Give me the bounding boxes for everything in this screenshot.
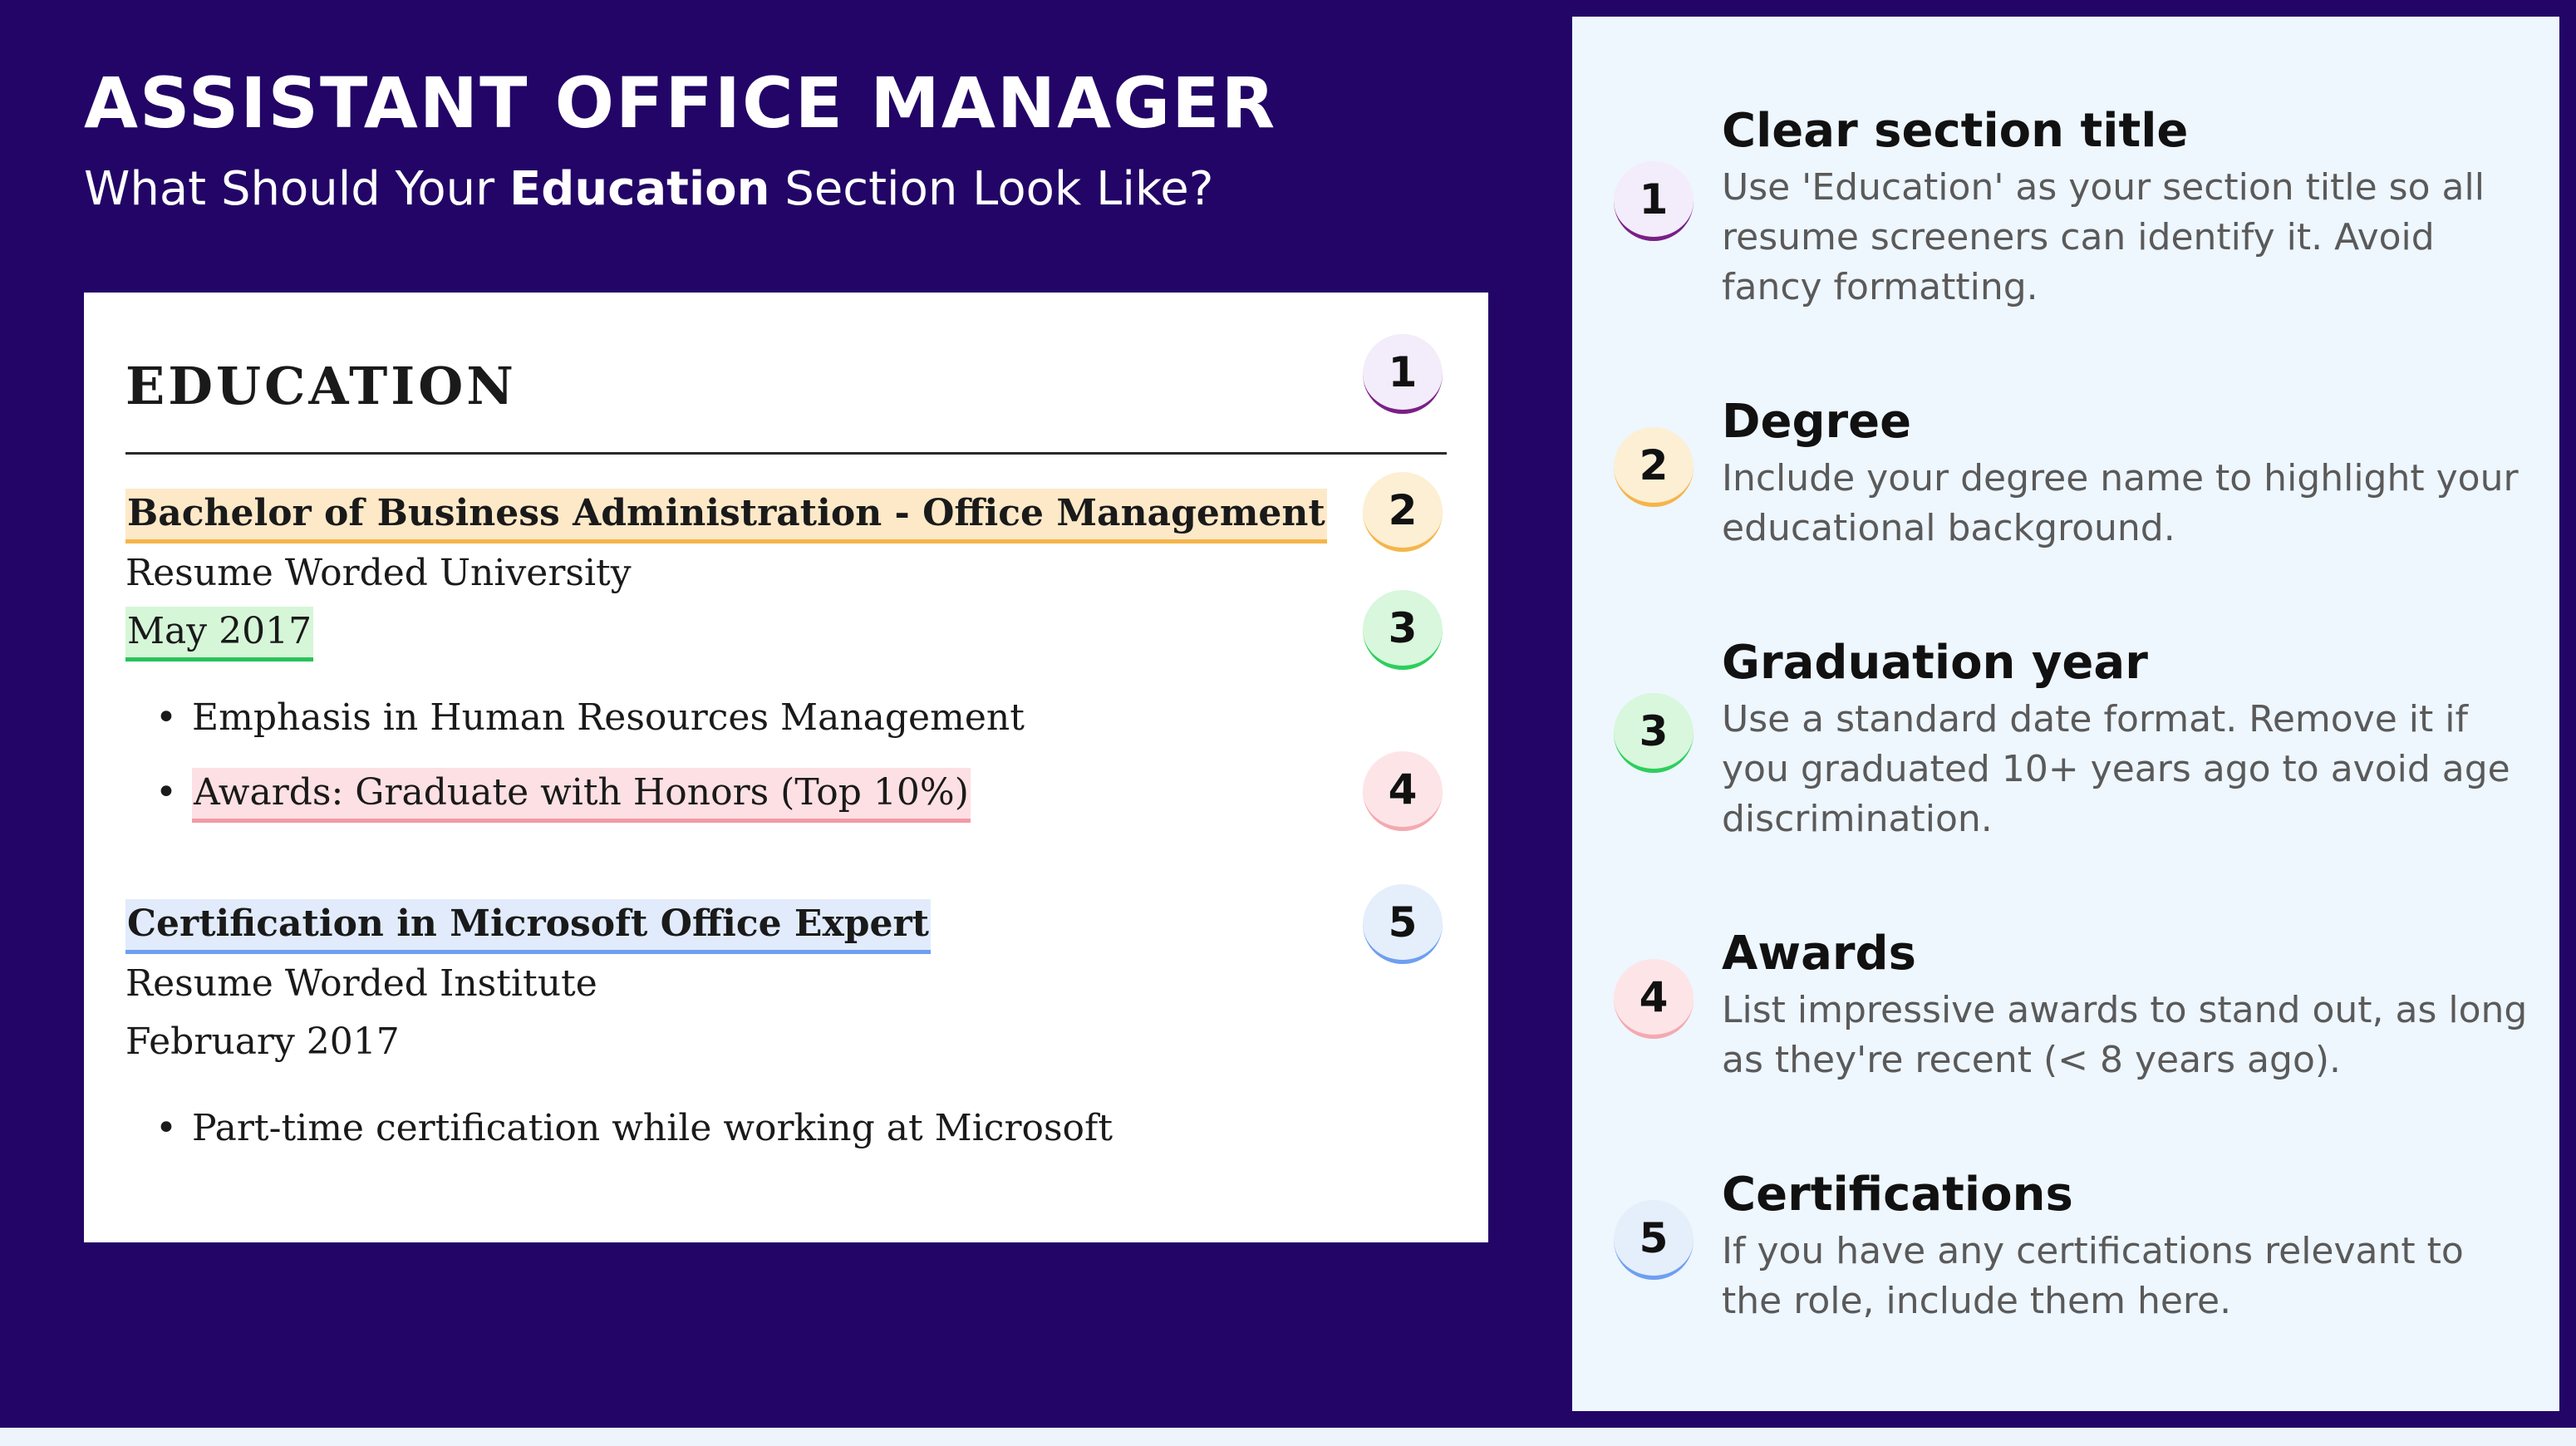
subtitle-suffix: Section Look Like? xyxy=(769,162,1214,216)
awards-highlight: Awards: Graduate with Honors (Top 10%) xyxy=(192,768,971,823)
tip-title: Degree xyxy=(1722,395,1912,449)
graduation-date-line: May 2017 xyxy=(125,607,314,662)
subtitle-emphasis: Education xyxy=(509,162,770,216)
tip-body: If you have any certifications relevant … xyxy=(1722,1230,2464,1322)
tips-panel: 1 Clear section title Use 'Education' as… xyxy=(1572,17,2559,1411)
tip-body: Include your degree name to highlight yo… xyxy=(1722,457,2519,549)
heading-divider xyxy=(125,452,1447,455)
tip-badge-5: 5 xyxy=(1614,1200,1694,1280)
badge-5: 5 xyxy=(1363,884,1443,964)
badge-2: 2 xyxy=(1363,472,1443,552)
page-subtitle: What Should Your Education Section Look … xyxy=(84,166,1213,213)
tip-title: Graduation year xyxy=(1722,636,2148,690)
bullet-item: Emphasis in Human Resources Management xyxy=(155,700,1025,737)
institution-line: Resume Worded University xyxy=(125,552,632,594)
tip-body: Use a standard date format. Remove it if… xyxy=(1722,698,2510,840)
tip-body: List impressive awards to stand out, as … xyxy=(1722,989,2528,1081)
tip-body: Use 'Education' as your section title so… xyxy=(1722,166,2485,308)
tip-badge-3: 3 xyxy=(1614,693,1694,773)
degree-line: Bachelor of Business Administration - Of… xyxy=(125,489,1327,543)
tip-title: Awards xyxy=(1722,927,1916,981)
tip-badge-2: 2 xyxy=(1614,427,1694,507)
resume-education-card: EDUCATION Bachelor of Business Administr… xyxy=(84,293,1488,1242)
page-title: ASSISTANT OFFICE MANAGER xyxy=(84,62,1277,144)
tip-badge-1: 1 xyxy=(1614,161,1694,241)
subtitle-prefix: What Should Your xyxy=(84,162,509,216)
certification-line: Certification in Microsoft Office Expert xyxy=(125,899,931,954)
tip-title: Certifications xyxy=(1722,1168,2073,1222)
certification-institution-line: Resume Worded Institute xyxy=(125,962,597,1005)
tip-badge-4: 4 xyxy=(1614,959,1694,1039)
badge-3: 3 xyxy=(1363,590,1443,670)
certification-date-line: February 2017 xyxy=(125,1021,400,1063)
tip-title: Clear section title xyxy=(1722,104,2189,158)
bullet-item: Part-time certification while working at… xyxy=(155,1110,1113,1148)
resume-section-heading: EDUCATION xyxy=(125,356,517,416)
certification-highlight: Certification in Microsoft Office Expert xyxy=(125,899,931,954)
badge-4: 4 xyxy=(1363,751,1443,831)
badge-1: 1 xyxy=(1363,334,1443,414)
degree-highlight: Bachelor of Business Administration - Of… xyxy=(125,489,1327,543)
bullet-item-awards: Awards: Graduate with Honors (Top 10%) xyxy=(155,768,971,823)
date-highlight: May 2017 xyxy=(125,607,314,662)
